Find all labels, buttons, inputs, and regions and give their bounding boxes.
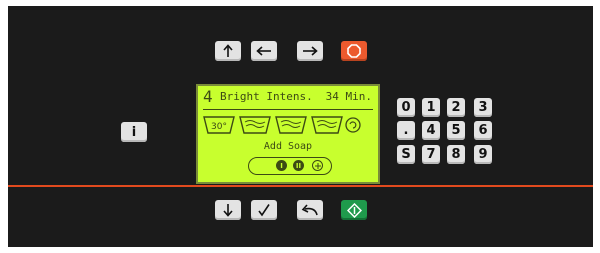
panel-divider [8,185,593,187]
compartment-1: I [276,160,287,171]
lcd-display: 4 Bright Intens. 34 Min. 30° Add Soap I … [196,84,380,184]
info-button[interactable]: i [121,122,147,142]
wash-tub-icon [275,116,307,134]
soap-compartments: I II [248,157,332,175]
stop-button[interactable] [341,41,367,61]
wash-tub-icon [311,116,343,134]
key-5[interactable]: 5 [447,121,465,140]
temperature-label: 30° [211,122,227,132]
key-3[interactable]: 3 [474,98,492,117]
lcd-divider [203,109,373,110]
wash-step-icons: 30° [203,116,361,134]
key-s[interactable]: S [397,145,415,164]
key-0[interactable]: 0 [397,98,415,117]
start-button[interactable] [341,200,367,220]
remaining-time: 34 Min. [325,90,372,103]
softener-icon [312,160,323,171]
info-label: i [131,124,137,140]
stop-octagon-icon [347,44,361,58]
wash-tub-icon [239,116,271,134]
start-diamond-icon [346,202,362,218]
program-number: 4 [203,87,213,106]
key-1[interactable]: 1 [422,98,440,117]
key-6[interactable]: 6 [474,121,492,140]
compartment-2: II [293,160,304,171]
down-button[interactable] [215,200,241,220]
program-name: Bright Intens. [220,90,313,103]
control-panel: i 4 Bright Intens. 34 Min. 30° Add Soap … [8,6,593,247]
back-button[interactable] [297,200,323,220]
right-button[interactable] [297,41,323,61]
up-button[interactable] [215,41,241,61]
arrow-left-icon [256,46,271,56]
key-7[interactable]: 7 [422,145,440,164]
key-8[interactable]: 8 [447,145,465,164]
confirm-button[interactable] [251,200,277,220]
arrow-down-icon [223,204,233,217]
arrow-right-icon [303,46,318,56]
left-button[interactable] [251,41,277,61]
back-arrow-icon [301,203,318,215]
lcd-message: Add Soap [263,141,313,152]
key-4[interactable]: 4 [422,121,440,140]
check-icon [258,204,270,217]
key-9[interactable]: 9 [474,145,492,164]
arrow-up-icon [223,44,233,57]
key-dot[interactable]: . [397,121,415,140]
spin-icon [345,117,361,133]
key-2[interactable]: 2 [447,98,465,117]
